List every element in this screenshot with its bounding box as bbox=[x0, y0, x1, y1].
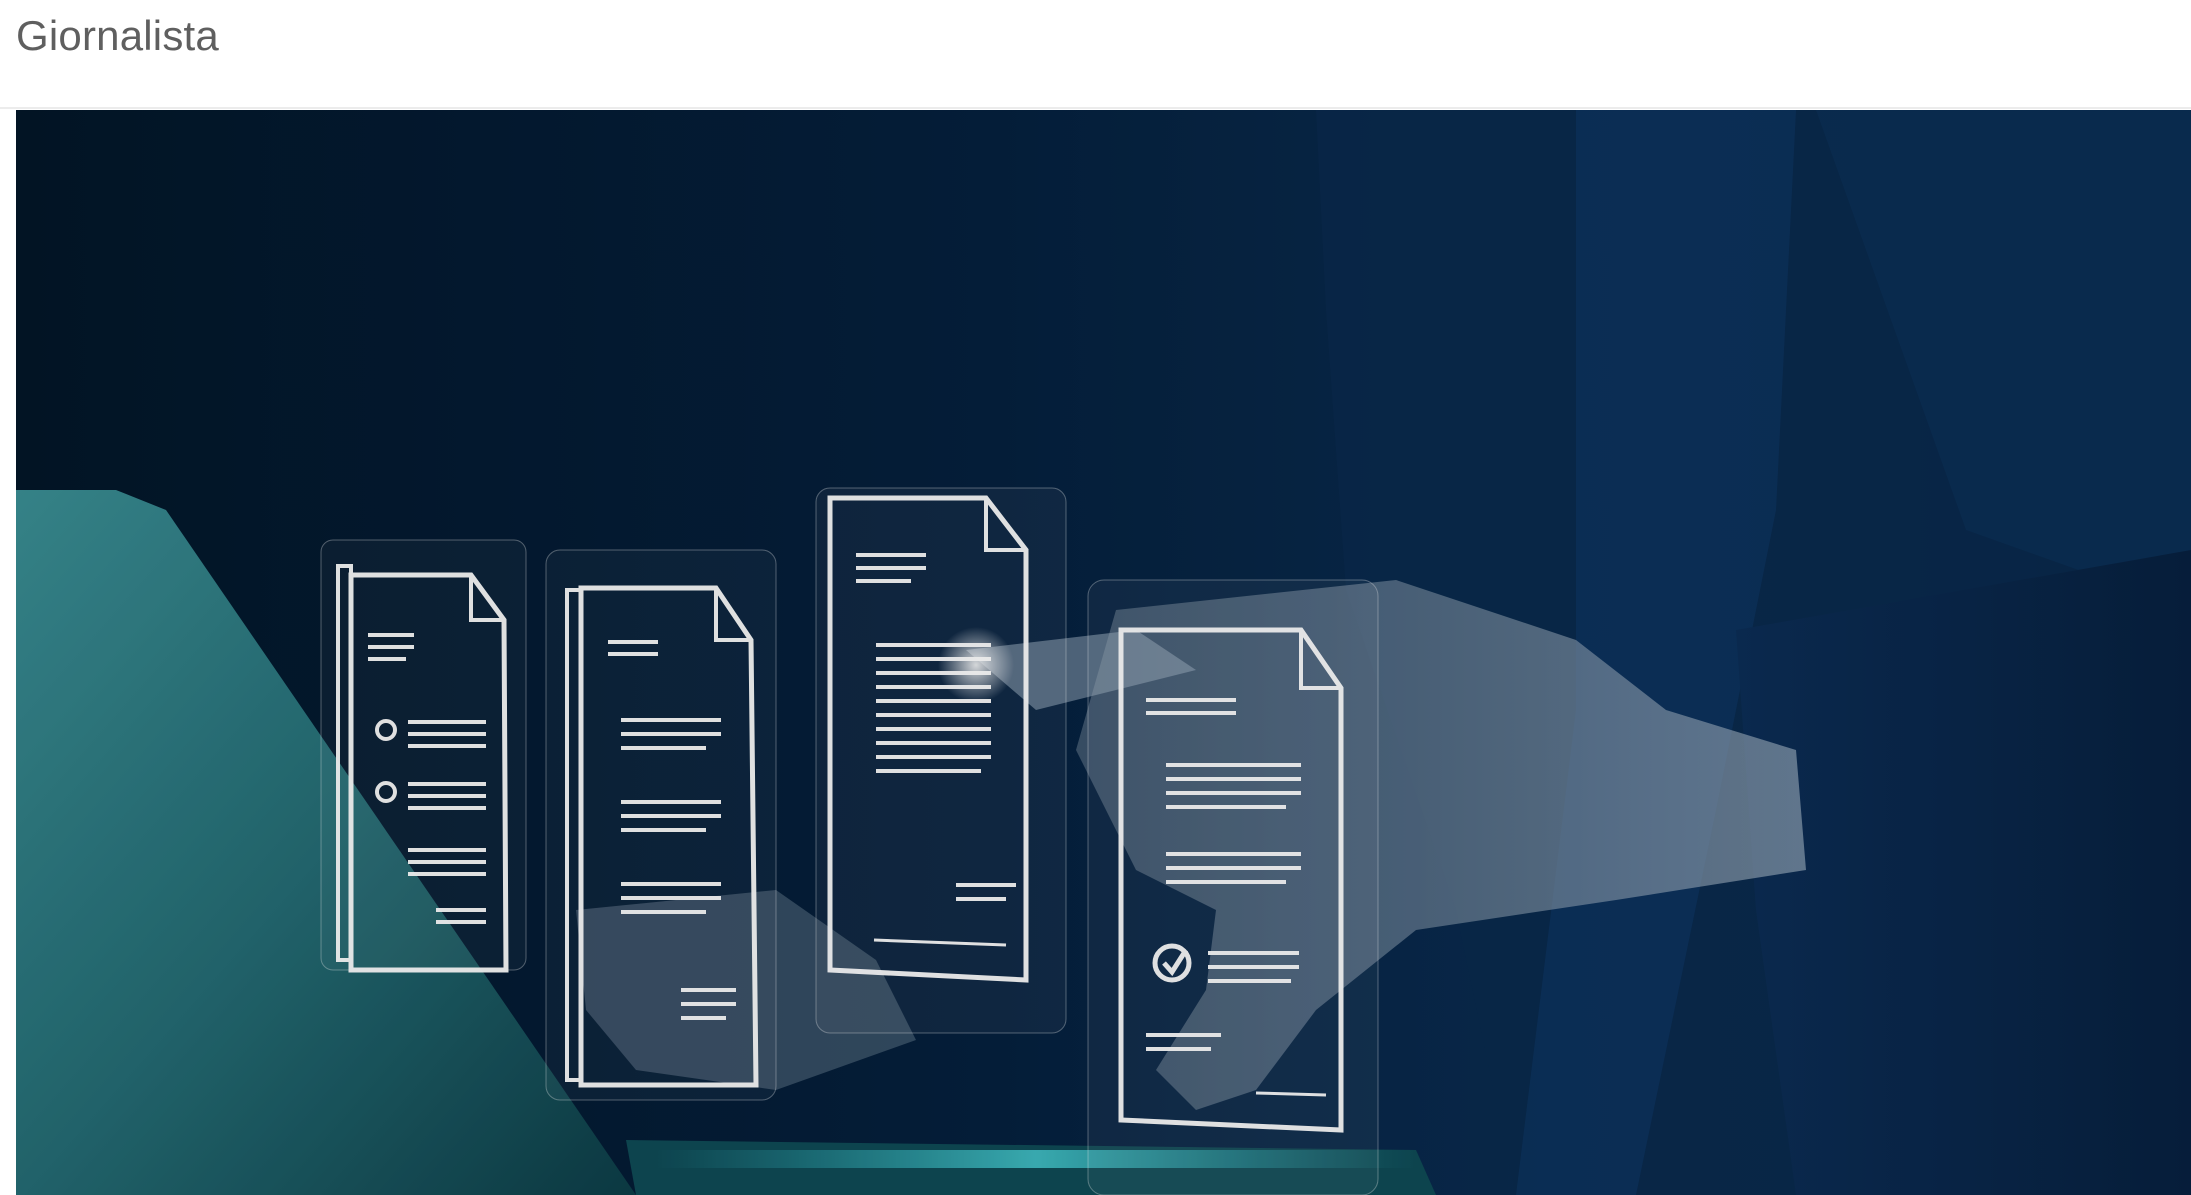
hero-image bbox=[16, 110, 2191, 1195]
document-scanning-illustration-icon bbox=[16, 110, 2191, 1195]
page: Giornalista bbox=[0, 0, 2191, 1195]
page-header: Giornalista bbox=[0, 0, 2191, 109]
page-title: Giornalista bbox=[16, 12, 219, 59]
